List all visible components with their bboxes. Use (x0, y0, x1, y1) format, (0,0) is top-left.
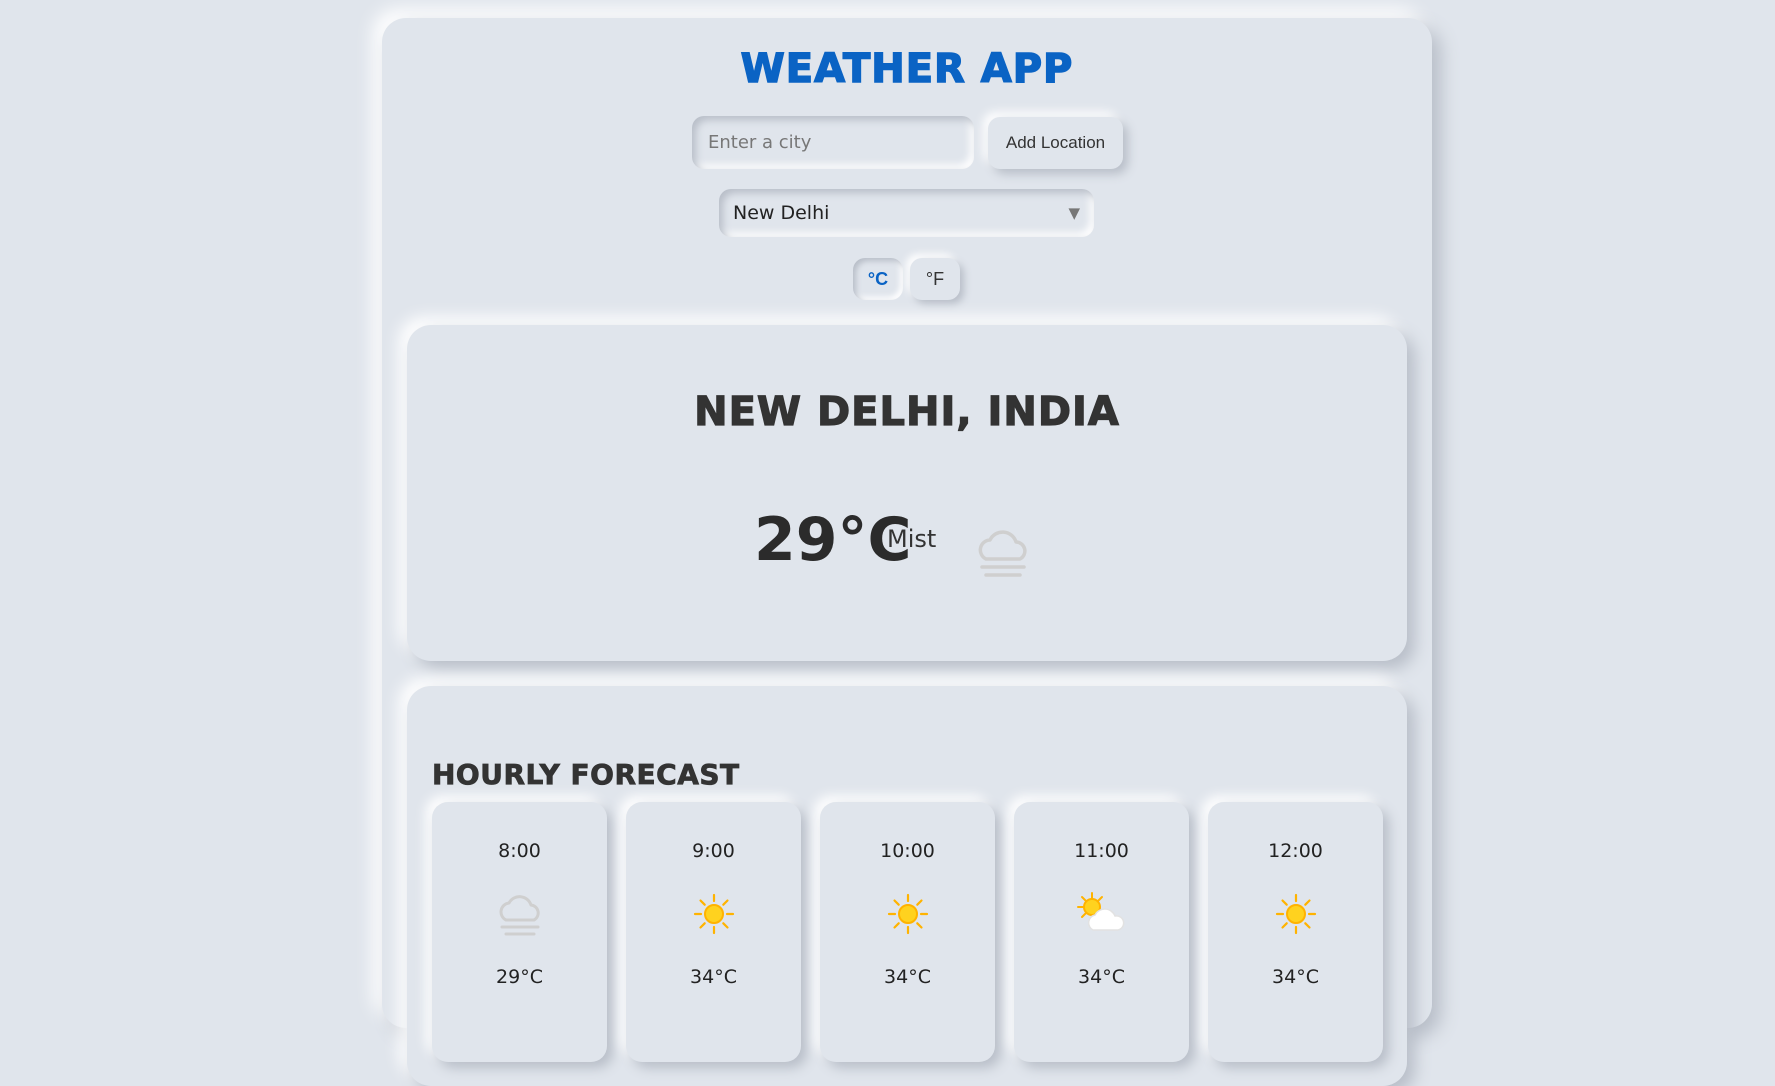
hour-item: 8:00 29°C (432, 802, 607, 1062)
weather-app-panel: Weather App Add Location New Delhi ▼ °C … (382, 18, 1432, 1086)
current-location: New Delhi, India (694, 388, 1120, 435)
city-search-input[interactable] (692, 116, 974, 169)
location-select-value: New Delhi (733, 202, 830, 224)
mist-icon (978, 530, 1027, 577)
partly-cloudy-icon (1076, 892, 1124, 931)
hour-time: 9:00 (692, 840, 735, 862)
mist-icon (499, 895, 540, 936)
hour-item: 12:00 34°C (1208, 802, 1383, 1062)
hour-temperature: 34°C (1078, 966, 1125, 988)
current-weather-card: New Delhi, India 29°C Mist (407, 325, 1407, 661)
add-location-button[interactable]: Add Location (988, 117, 1123, 169)
hourly-forecast-title: Hourly Forecast (432, 758, 740, 792)
hour-time: 10:00 (880, 840, 935, 862)
hour-time: 12:00 (1268, 840, 1323, 862)
hour-temperature: 34°C (1272, 966, 1319, 988)
hourly-forecast-card: Hourly Forecast 8:00 29°C 9:00 34 (407, 686, 1407, 1086)
sun-icon (693, 893, 734, 935)
hour-item: 9:00 34°C (626, 802, 801, 1062)
sun-icon (887, 893, 928, 935)
hour-temperature: 34°C (884, 966, 931, 988)
chevron-down-icon: ▼ (1068, 204, 1080, 222)
hour-item: 11:00 34°C (1014, 802, 1189, 1062)
app-title: Weather App (740, 45, 1074, 93)
celsius-toggle[interactable]: °C (853, 258, 903, 300)
hour-item: 10:00 34°C (820, 802, 995, 1062)
hour-time: 11:00 (1074, 840, 1129, 862)
fahrenheit-toggle[interactable]: °F (910, 258, 960, 300)
current-condition: Mist (887, 525, 937, 553)
sun-icon (1275, 893, 1316, 935)
location-select[interactable]: New Delhi ▼ (719, 189, 1094, 237)
hour-temperature: 34°C (690, 966, 737, 988)
hour-temperature: 29°C (496, 966, 543, 988)
hour-time: 8:00 (498, 840, 541, 862)
